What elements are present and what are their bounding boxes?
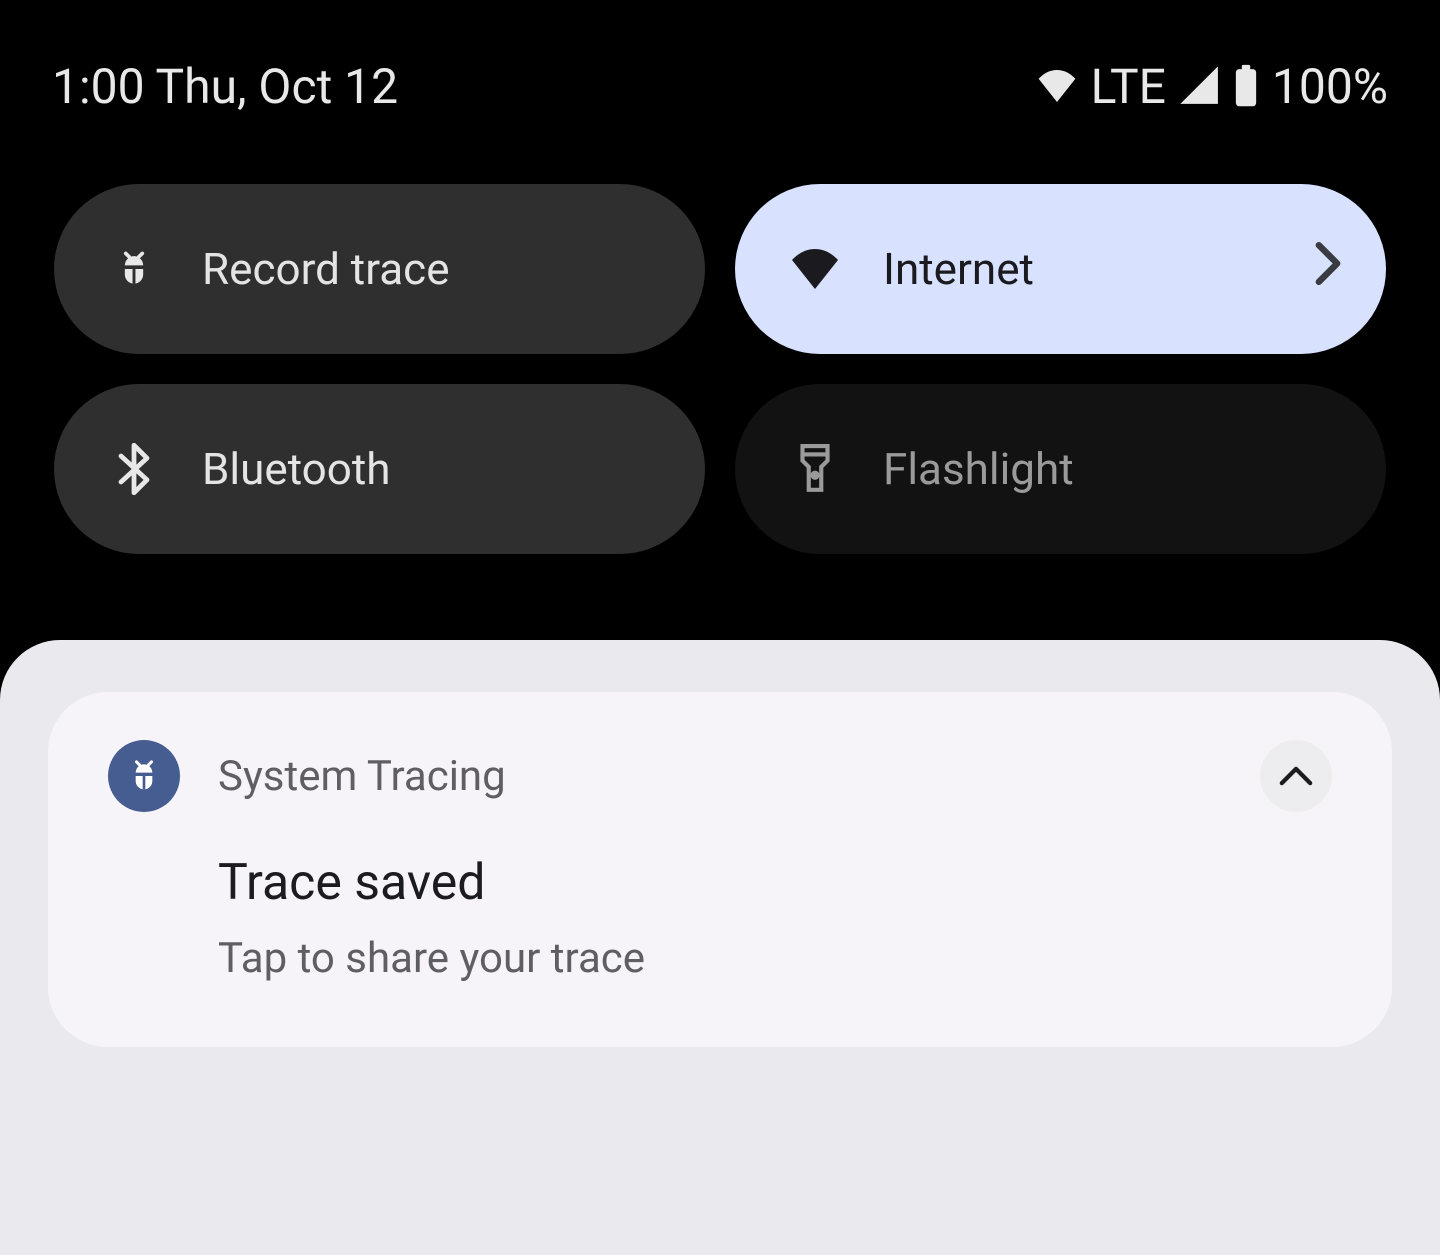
chevron-right-icon: [1314, 242, 1342, 297]
qs-tile-label: Record trace: [202, 243, 655, 295]
qs-tile-record-trace[interactable]: Record trace: [54, 184, 705, 354]
notification-body: Trace saved Tap to share your trace: [108, 812, 1332, 983]
flashlight-icon: [791, 445, 839, 493]
cellular-signal-icon: [1180, 66, 1220, 106]
qs-tile-bluetooth[interactable]: Bluetooth: [54, 384, 705, 554]
quick-settings-grid: Record trace Internet Bluetooth Flashlig…: [0, 130, 1440, 554]
network-type-label: LTE: [1091, 58, 1166, 115]
qs-tile-flashlight[interactable]: Flashlight: [735, 384, 1386, 554]
qs-tile-internet[interactable]: Internet: [735, 184, 1386, 354]
status-indicators: LTE 100%: [1037, 58, 1388, 115]
qs-tile-label: Internet: [883, 243, 1336, 295]
wifi-icon: [791, 245, 839, 293]
status-time-date: 1:00 Thu, Oct 12: [52, 58, 398, 115]
battery-percent: 100%: [1272, 58, 1388, 115]
notification-text: Tap to share your trace: [218, 934, 1332, 983]
qs-tile-label: Bluetooth: [202, 443, 655, 495]
bluetooth-icon: [110, 445, 158, 493]
wifi-status-icon: [1037, 70, 1077, 102]
notification-header: System Tracing: [108, 740, 1332, 812]
bug-icon: [110, 245, 158, 293]
notification-app-name: System Tracing: [218, 752, 1222, 801]
notification-card[interactable]: System Tracing Trace saved Tap to share …: [48, 692, 1392, 1047]
qs-tile-label: Flashlight: [883, 443, 1336, 495]
notification-collapse-button[interactable]: [1260, 740, 1332, 812]
notification-app-icon: [108, 740, 180, 812]
battery-icon: [1234, 64, 1258, 108]
notification-title: Trace saved: [218, 854, 1332, 912]
status-bar: 1:00 Thu, Oct 12 LTE 100%: [0, 0, 1440, 130]
notification-panel: System Tracing Trace saved Tap to share …: [0, 640, 1440, 1255]
